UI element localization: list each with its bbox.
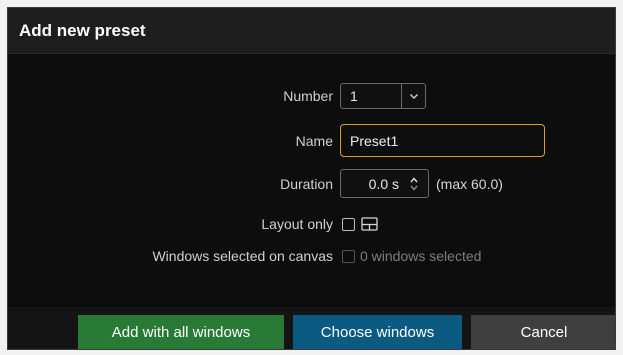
add-with-all-windows-button[interactable]: Add with all windows (78, 315, 284, 349)
windows-selected-label: Windows selected on canvas (152, 248, 333, 264)
number-select[interactable]: 1 (340, 83, 426, 109)
windows-selected-row: Windows selected on canvas 0 windows sel… (8, 243, 615, 269)
duration-label: Duration (280, 176, 333, 192)
chevron-down-icon[interactable] (401, 84, 425, 108)
layout-only-label: Layout only (261, 216, 333, 232)
number-row: Number 1 (8, 83, 615, 109)
name-row: Name (8, 124, 615, 157)
number-label: Number (283, 88, 333, 104)
layout-icon (361, 217, 378, 231)
duration-spinbox[interactable]: 0.0 s (340, 169, 429, 198)
windows-selected-checkbox[interactable] (342, 249, 355, 263)
layout-only-row: Layout only (8, 211, 615, 237)
duration-value: 0.0 s (368, 175, 399, 192)
windows-selected-count: 0 windows selected (360, 248, 482, 264)
number-value: 1 (350, 88, 358, 104)
cancel-button[interactable]: Cancel (471, 315, 615, 349)
duration-max-hint: (max 60.0) (436, 175, 503, 192)
add-preset-dialog: Add new preset Number 1 Name Duration 0.… (7, 7, 616, 350)
layout-only-checkbox[interactable] (342, 217, 355, 231)
dialog-title: Add new preset (19, 21, 146, 40)
duration-row: Duration 0.0 s (max 60.0) (8, 169, 615, 198)
choose-windows-button[interactable]: Choose windows (293, 315, 462, 349)
preset-name-input[interactable] (340, 124, 545, 157)
dialog-titlebar: Add new preset (8, 8, 615, 54)
dialog-footer: Add with all windows Choose windows Canc… (8, 307, 615, 349)
spin-arrows-icon[interactable] (405, 175, 423, 193)
name-label: Name (295, 133, 333, 149)
